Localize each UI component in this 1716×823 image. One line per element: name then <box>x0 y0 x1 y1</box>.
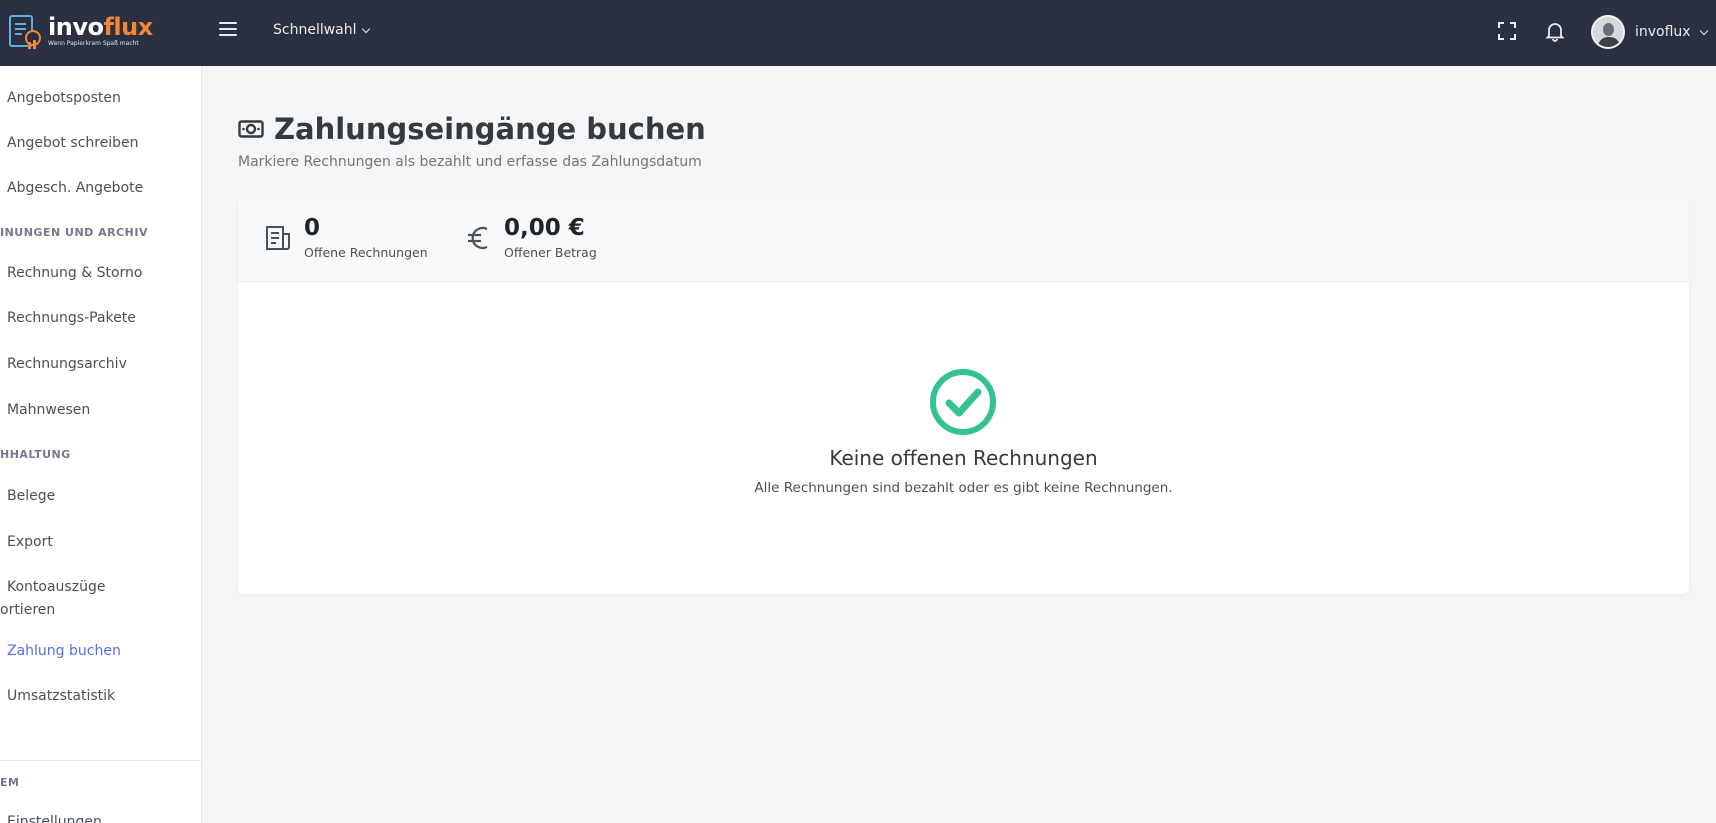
sidebar-item-kontoauszuege[interactable]: Kontoauszüge <box>7 579 105 595</box>
stats-header: 0 Offene Rechnungen 0,00 € Offener Betra… <box>238 198 1689 282</box>
stat-open-invoices: 0 Offene Rechnungen <box>264 215 428 261</box>
page-header: Zahlungseingänge buchen <box>238 112 706 146</box>
brand-logo[interactable]: invoflux Wenn Papierkram Spaß macht <box>8 12 153 50</box>
sidebar-section-bookkeeping: HHALTUNG <box>0 448 71 461</box>
avatar <box>1591 15 1625 49</box>
sidebar-item-export[interactable]: Export <box>7 534 53 550</box>
sidebar-item-kontoauszuege-line2[interactable]: ortieren <box>0 602 55 618</box>
sidebar-item-rechnung-storno[interactable]: Rechnung & Storno <box>7 265 143 281</box>
sidebar-item-abgeschlossene-angebote[interactable]: Abgesch. Angebote <box>7 180 143 196</box>
hamburger-icon <box>219 22 237 24</box>
quick-select-dropdown[interactable]: Schnellwahl <box>273 22 370 38</box>
user-menu[interactable]: invoflux <box>1591 15 1708 49</box>
sidebar-section-system: EM <box>0 776 20 789</box>
sidebar-item-rechnungs-pakete[interactable]: Rechnungs-Pakete <box>7 310 136 326</box>
sidebar-divider <box>0 760 201 761</box>
user-name: invoflux <box>1635 24 1691 40</box>
sidebar-item-angebotsposten[interactable]: Angebotsposten <box>7 90 121 106</box>
sidebar-section-invoices: INUNGEN UND ARCHIV <box>0 226 148 239</box>
sidebar-item-belege[interactable]: Belege <box>7 488 55 504</box>
open-invoices-label: Offene Rechnungen <box>304 245 428 261</box>
brand-name-part1: invo <box>48 13 104 41</box>
euro-icon <box>468 226 488 250</box>
check-circle-icon <box>930 369 996 435</box>
sidebar-item-zahlung-buchen[interactable]: Zahlung buchen <box>7 643 121 659</box>
open-amount-label: Offener Betrag <box>504 245 597 261</box>
open-amount-value: 0,00 € <box>504 215 585 241</box>
empty-state: Keine offenen Rechnungen Alle Rechnungen… <box>238 282 1689 594</box>
chevron-down-icon <box>361 24 370 33</box>
bell-icon[interactable] <box>1543 19 1567 43</box>
sidebar-item-umsatzstatistik[interactable]: Umsatzstatistik <box>7 688 115 704</box>
menu-toggle-button[interactable] <box>219 22 237 38</box>
topbar: invoflux Wenn Papierkram Spaß macht Schn… <box>0 0 1716 66</box>
sidebar-item-einstellungen[interactable]: Einstellungen <box>7 814 102 823</box>
sidebar: Angebotsposten Angebot schreiben Abgesch… <box>0 66 202 823</box>
payments-card: 0 Offene Rechnungen 0,00 € Offener Betra… <box>238 198 1689 594</box>
chevron-down-icon <box>1699 26 1708 35</box>
sidebar-item-angebot-schreiben[interactable]: Angebot schreiben <box>7 135 139 151</box>
money-icon <box>238 120 264 138</box>
brand-tagline: Wenn Papierkram Spaß macht <box>48 40 139 47</box>
page-title: Zahlungseingänge buchen <box>274 112 706 146</box>
brand-name-part2: flux <box>103 13 153 41</box>
quick-select-label: Schnellwahl <box>273 22 357 38</box>
sidebar-item-rechnungsarchiv[interactable]: Rechnungsarchiv <box>7 356 127 372</box>
fullscreen-icon[interactable] <box>1495 19 1519 43</box>
empty-state-message: Alle Rechnungen sind bezahlt oder es gib… <box>754 480 1173 496</box>
stat-open-amount: 0,00 € Offener Betrag <box>466 215 597 261</box>
sidebar-item-mahnwesen[interactable]: Mahnwesen <box>7 402 90 418</box>
empty-state-title: Keine offenen Rechnungen <box>829 446 1098 470</box>
open-invoices-count: 0 <box>304 215 321 241</box>
document-logo-icon <box>9 15 41 49</box>
invoice-icon <box>266 226 290 250</box>
page-subtitle: Markiere Rechnungen als bezahlt und erfa… <box>238 154 702 170</box>
